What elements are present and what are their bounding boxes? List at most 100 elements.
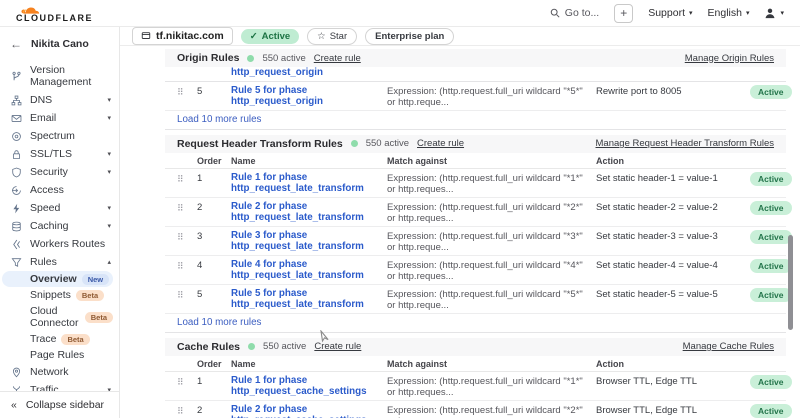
- zone-selector[interactable]: tf.nikitac.com: [132, 27, 233, 45]
- support-menu[interactable]: Support ▾: [648, 7, 692, 19]
- column-header-order: Order: [197, 156, 225, 166]
- manage-origin-rules-link[interactable]: Manage Origin Rules: [685, 53, 774, 64]
- sidebar-item-label: Network: [30, 366, 69, 378]
- funnel-icon: [11, 257, 22, 268]
- rule-name-link[interactable]: http_request_origin: [231, 67, 381, 79]
- rule-name-link[interactable]: Rule 2 for phasehttp_request_late_transf…: [231, 201, 381, 224]
- rule-name-line1: Rule 4 for phase: [231, 259, 307, 270]
- sidebar-item-label: Version Management: [30, 64, 111, 88]
- action-cell: Set static header-4 = value-4: [596, 259, 744, 271]
- user-icon: [764, 7, 776, 19]
- rule-name-link[interactable]: Rule 5 for phasehttp_request_late_transf…: [231, 288, 381, 311]
- manage-cache-rules-link[interactable]: Manage Cache Rules: [683, 341, 774, 352]
- new-badge: New: [82, 274, 109, 285]
- drag-handle-icon[interactable]: ⠿: [177, 375, 191, 387]
- goto-search[interactable]: Go to...: [550, 7, 599, 19]
- table-row: ⠿ 5 Rule 5 for phasehttp_request_late_tr…: [165, 285, 786, 314]
- load-more-link[interactable]: Load 10 more rules: [165, 111, 786, 130]
- sidebar-item-trace[interactable]: Trace Beta: [0, 331, 119, 347]
- manage-request-header-transform-rules-link[interactable]: Manage Request Header Transform Rules: [596, 138, 774, 149]
- create-rule-link[interactable]: Create rule: [417, 138, 464, 149]
- rule-name-line1: Rule 2 for phase: [231, 201, 307, 212]
- zone-name: tf.nikitac.com: [156, 30, 224, 42]
- table-row: ⠿ 3 Rule 3 for phasehttp_request_late_tr…: [165, 227, 786, 256]
- rule-name-link[interactable]: Rule 5 for phasehttp_request_origin: [231, 85, 381, 108]
- order-cell: 4: [197, 259, 225, 271]
- lightning-icon: [11, 203, 22, 214]
- chevron-down-icon: ▾: [780, 9, 784, 17]
- search-icon: [550, 8, 560, 18]
- rule-name-line1: Rule 5 for phase: [231, 85, 307, 96]
- sidebar-item-email[interactable]: Email ▾: [0, 109, 119, 127]
- cloudflare-logo[interactable]: CLOUDFLARE: [16, 3, 93, 23]
- request-header-transform-rules-header: Request Header Transform Rules 550 activ…: [165, 135, 786, 153]
- rule-name-link[interactable]: Rule 1 for phasehttp_request_cache_setti…: [231, 375, 381, 398]
- chevron-down-icon: ▾: [107, 168, 111, 176]
- match-cell: Expression: (http.request.full_uri wildc…: [387, 172, 590, 195]
- sidebar-item-snippets[interactable]: Snippets Beta: [0, 287, 119, 303]
- active-dot-icon: [247, 55, 254, 62]
- sidebar-item-label: Spectrum: [30, 130, 75, 142]
- add-site-button[interactable]: +: [614, 4, 633, 23]
- sidebar-item-cloud-connector[interactable]: Cloud Connector Beta: [0, 303, 119, 331]
- rule-name-line1: Rule 3 for phase: [231, 230, 307, 241]
- sidebar-item-rules[interactable]: Rules ▴: [0, 253, 119, 271]
- drag-handle-icon[interactable]: ⠿: [177, 172, 191, 184]
- sidebar-item-version-management[interactable]: Version Management: [0, 61, 119, 91]
- rule-name-link[interactable]: Rule 4 for phasehttp_request_late_transf…: [231, 259, 381, 282]
- chevron-down-icon: ▾: [746, 9, 750, 17]
- order-cell: 3: [197, 230, 225, 242]
- drag-handle-icon[interactable]: ⠿: [177, 404, 191, 416]
- star-button[interactable]: ☆ Star: [307, 28, 357, 45]
- sidebar-item-workers-routes[interactable]: Workers Routes: [0, 235, 119, 253]
- create-rule-link[interactable]: Create rule: [314, 341, 361, 352]
- active-count: 550 active: [366, 138, 409, 149]
- table-row: http_request_origin: [165, 67, 786, 82]
- rule-name-line1: Rule 1 for phase: [231, 375, 307, 386]
- drag-handle-icon[interactable]: ⠿: [177, 230, 191, 242]
- sidebar-item-speed[interactable]: Speed ▾: [0, 199, 119, 217]
- star-icon: ☆: [317, 31, 326, 42]
- vertical-scrollbar[interactable]: [788, 235, 793, 330]
- section-title: Cache Rules: [177, 341, 240, 353]
- order-cell: 2: [197, 404, 225, 416]
- rule-name-link[interactable]: Rule 1 for phasehttp_request_late_transf…: [231, 172, 381, 195]
- collapse-sidebar-button[interactable]: « Collapse sidebar: [0, 391, 119, 418]
- rule-name-line2: http_request_late_transform: [231, 270, 364, 281]
- rule-name-link[interactable]: Rule 3 for phasehttp_request_late_transf…: [231, 230, 381, 253]
- drag-handle-icon[interactable]: ⠿: [177, 259, 191, 271]
- chevron-down-icon: ▾: [107, 222, 111, 230]
- match-cell: Expression: (http.request.full_uri wildc…: [387, 85, 590, 108]
- sidebar-item-access[interactable]: Access: [0, 181, 119, 199]
- status-badge: Active: [750, 259, 792, 273]
- sidebar: ← Nikita Cano Version Management DNS ▾ E…: [0, 27, 120, 418]
- language-label: English: [708, 7, 742, 19]
- drag-handle-icon[interactable]: ⠿: [177, 201, 191, 213]
- origin-rules-header: Origin Rules 550 active Create rule Mana…: [165, 49, 786, 67]
- sidebar-item-security[interactable]: Security ▾: [0, 163, 119, 181]
- create-rule-link[interactable]: Create rule: [314, 53, 361, 64]
- sidebar-subitem-label: Cloud Connector: [30, 305, 80, 329]
- rule-name-link[interactable]: Rule 2 for phasehttp_request_cache_setti…: [231, 404, 381, 418]
- sidebar-item-network[interactable]: Network: [0, 363, 119, 381]
- sidebar-item-dns[interactable]: DNS ▾: [0, 91, 119, 109]
- sidebar-item-label: Rules: [30, 256, 57, 268]
- drag-handle-icon[interactable]: ⠿: [177, 288, 191, 300]
- sidebar-item-spectrum[interactable]: Spectrum: [0, 127, 119, 145]
- account-back[interactable]: ← Nikita Cano: [0, 34, 119, 57]
- sidebar-item-overview[interactable]: Overview New: [2, 271, 113, 287]
- account-menu[interactable]: ▾: [764, 7, 784, 19]
- sidebar-item-page-rules[interactable]: Page Rules: [0, 347, 119, 363]
- sidebar-item-ssl-tls[interactable]: SSL/TLS ▾: [0, 145, 119, 163]
- active-dot-icon: [248, 343, 255, 350]
- drag-handle-icon[interactable]: ⠿: [177, 85, 191, 97]
- load-more-link[interactable]: Load 10 more rules: [165, 314, 786, 333]
- sidebar-item-caching[interactable]: Caching ▾: [0, 217, 119, 235]
- support-label: Support: [648, 7, 685, 19]
- table-row: ⠿ 2 Rule 2 for phasehttp_request_late_tr…: [165, 198, 786, 227]
- sidebar-item-traffic[interactable]: Traffic ▾: [0, 381, 119, 391]
- zone-status-badge: ✓ Active: [241, 29, 299, 44]
- account-name: Nikita Cano: [31, 38, 89, 50]
- language-menu[interactable]: English ▾: [708, 7, 750, 19]
- sidebar-subitem-label: Trace: [30, 333, 56, 345]
